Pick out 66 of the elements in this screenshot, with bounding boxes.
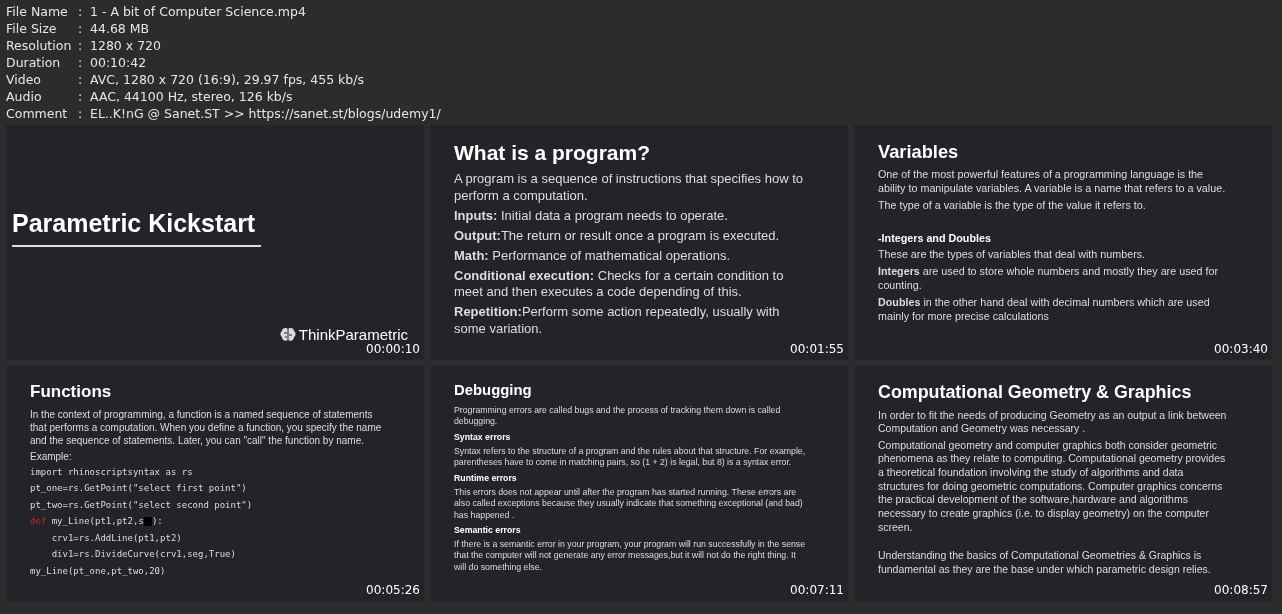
slide-paragraph: Integers are used to store whole numbers and mostly they are used for counting. (878, 265, 1219, 293)
slide-paragraph: Understanding the basics of Computational Geometries & Graphics is fundamental as they are the base under which parametric design relies. (878, 549, 1212, 577)
slide-paragraph: Math: Performance of mathematical operations. (454, 247, 731, 265)
logo-text: ThinkParametric (298, 327, 408, 343)
slide-paragraph: Computational geometry and computer graphics both consider geometric phenomena as they relate to computing. Computational geometry provides a theoretical foundation involving the study of algorithms and data structures for doing geometric computations. Computer graphics concerns the practical development of the software,hardware and algorithms necessary to create graphics (i.e. to display geometry) on the computer screen. (878, 438, 1227, 535)
slide-paragraph: Syntax refers to the structure of a program and the rules about that structure. For example, parentheses have to come in matching pairs, so (1 + 2) is legal, but 8) is a syntax error. (454, 445, 807, 469)
slide-paragraph: Inputs: Initial data a program needs to operate. (454, 207, 729, 225)
code-line: def my_Line(pt1,pt2,s ): (30, 515, 164, 529)
slide-title: What is a program? (454, 141, 652, 166)
slide-paragraph: Repetition:Perform some action repeatedly, usually with some variation. (454, 304, 781, 339)
timestamp: 00:07:11 (790, 582, 844, 599)
separator: : (78, 20, 84, 37)
code-line: crv1=rs.AddLine(pt1,pt2) (50, 531, 183, 545)
code-line: my_Line(pt_one,pt_two,20) (30, 564, 167, 578)
slide-paragraph: One of the most powerful features of a programming language is the ability to manipulate variables. A variable is a name that refers to a value. (878, 168, 1227, 196)
timestamp: 00:03:40 (1214, 341, 1268, 358)
info-label: Duration (6, 54, 62, 71)
slide-paragraph: In the context of programming, a function is a named sequence of statements that performs a computation. When you define a function, you specify the name and the sequence of statements. Later, you can "call" the function by name. (30, 407, 383, 447)
slide-paragraph: In order to fit the needs of producing Geometry as an output a link between Computation and Geometry was necessary . (878, 408, 1228, 436)
info-value: AVC, 1280 x 720 (16:9), 29.97 fps, 455 kb/s (90, 71, 365, 88)
slide-paragraph: This errors does not appear until after the program has started running. These errors are also called exceptions because they usually indicate that something exceptional (and bad) has happened . (454, 486, 804, 521)
slide-title: Debugging (454, 382, 533, 400)
info-label: File Size (6, 20, 58, 37)
separator: : (78, 105, 84, 122)
separator: : (78, 71, 84, 88)
timestamp: 00:05:26 (366, 582, 420, 599)
info-value: EL..K!nG @ Sanet.ST >> https://sanet.st/blogs/udemy1/ (90, 105, 441, 122)
slide-title: Parametric Kickstart (12, 205, 262, 247)
info-value: 00:10:42 (90, 54, 147, 71)
brain-icon (278, 327, 297, 343)
info-value: AAC, 44100 Hz, stereo, 126 kb/s (90, 88, 293, 105)
code-line: div1=rs.DivideCurve(crv1,seg,True) (50, 548, 237, 562)
separator: : (78, 37, 84, 54)
slide-paragraph: Doubles in the other hand deal with decimal numbers which are used mainly for more precise calculations (878, 295, 1211, 324)
slide-paragraph: If there is a semantic error in your program, your program will run successfully in the sense that the computer will not generate any error messages,but it will not do the right thing. It will do something else. (454, 539, 807, 574)
info-label: Audio (6, 88, 43, 105)
separator: : (78, 88, 84, 105)
slide-title: Computational Geometry & Graphics (878, 382, 1193, 403)
slide-heading: Runtime errors (454, 471, 518, 485)
slide-paragraph: Output:The return or result once a program is executed. (454, 227, 781, 245)
timestamp: 00:00:10 (366, 341, 420, 358)
slide-title: Functions (30, 382, 113, 402)
code-line: import rhinoscriptsyntax as rs (30, 465, 194, 479)
slide-paragraph: A program is a sequence of instructions that specifies how to perform a computation. (454, 171, 805, 205)
slide-paragraph: Example: (30, 449, 73, 463)
info-value: 1280 x 720 (90, 37, 161, 54)
slide-paragraph: These are the types of variables that deal with numbers. (878, 248, 1147, 262)
info-label: Comment (6, 105, 69, 122)
code-line: pt_two=rs.GetPoint("select second point") (30, 498, 254, 512)
slide-paragraph: The type of a variable is the type of the value it refers to. (878, 198, 1147, 213)
separator: : (78, 54, 84, 71)
timestamp: 00:01:55 (790, 341, 844, 358)
slide-paragraph: Programming errors are called bugs and the process of tracking them down is called debugging. (454, 405, 782, 428)
info-label: Video (6, 71, 43, 88)
slide-paragraph: Conditional execution: Checks for a certain condition to meet and then executes a code depending of this. (454, 267, 785, 302)
timestamp: 00:08:57 (1214, 582, 1268, 599)
info-value: 44.68 MB (90, 20, 150, 37)
slide-heading: -Integers and Doubles (878, 230, 992, 246)
slide-title: Variables (878, 141, 960, 162)
separator: : (78, 3, 84, 20)
slide-heading: Semantic errors (454, 523, 522, 537)
slide-heading: Syntax errors (454, 430, 512, 444)
info-label: File Name (6, 3, 69, 20)
info-value: 1 - A bit of Computer Science.mp4 (90, 3, 306, 20)
info-label: Resolution (6, 37, 73, 54)
code-line: pt_one=rs.GetPoint("select first point") (30, 482, 248, 496)
